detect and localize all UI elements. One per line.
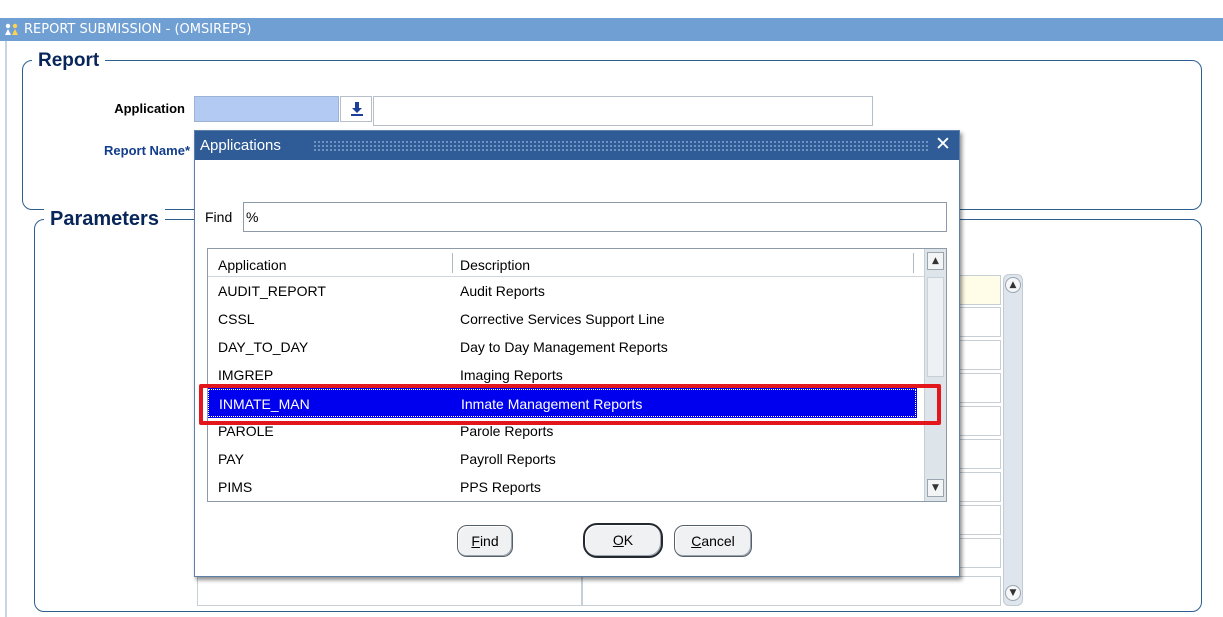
find-input[interactable] [243, 202, 947, 232]
application-dropdown-button[interactable] [340, 96, 372, 122]
find-button[interactable]: Find [457, 525, 513, 557]
title-bar-pattern [313, 140, 928, 152]
close-icon[interactable]: ✕ [933, 134, 953, 156]
list-item-description: Payroll Reports [460, 451, 556, 467]
list-item-description: Audit Reports [460, 283, 545, 299]
window-title: REPORT SUBMISSION - (OMSIREPS) [24, 22, 252, 37]
application-label: Application [114, 101, 185, 116]
list-item-application: PAY [218, 451, 244, 467]
column-separator[interactable] [452, 253, 453, 273]
report-name-label: Report Name* [104, 143, 190, 158]
list-item-application: PIMS [218, 479, 253, 495]
list-item-application: AUDIT_REPORT [218, 283, 326, 299]
list-item[interactable]: PAY Payroll Reports [208, 445, 916, 473]
scroll-down-icon[interactable]: ▼ [1005, 585, 1021, 601]
column-header-application[interactable]: Application [218, 257, 287, 273]
list-item[interactable]: PIMS PPS Reports [208, 473, 916, 501]
list-item-description: PPS Reports [460, 479, 541, 495]
application-field[interactable] [194, 96, 339, 122]
find-button-mnemonic: F [471, 533, 480, 549]
list-item-application: CSSL [218, 311, 255, 327]
list-header: Application Description [208, 249, 928, 277]
selection-highlight-annotation [199, 384, 941, 425]
list-item[interactable]: DAY_TO_DAY Day to Day Management Reports [208, 333, 916, 361]
window-left-edge [5, 41, 7, 617]
column-header-description[interactable]: Description [460, 257, 530, 273]
scroll-up-icon[interactable]: ▲ [927, 252, 944, 270]
column-separator[interactable] [913, 253, 914, 273]
dialog-title-bar: Applications ✕ [195, 131, 959, 160]
list-item-description: Corrective Services Support Line [460, 311, 665, 327]
ok-button-label: K [623, 532, 634, 548]
report-frame-title: Report [32, 50, 106, 72]
find-label: Find [205, 209, 233, 225]
list-item-application: DAY_TO_DAY [218, 339, 309, 355]
download-arrow-icon [351, 102, 363, 116]
scroll-up-icon[interactable]: ▲ [1005, 277, 1021, 293]
list-item[interactable]: AUDIT_REPORT Audit Reports [208, 277, 916, 305]
scroll-down-icon[interactable]: ▼ [927, 479, 944, 497]
ok-button[interactable]: OK [583, 523, 663, 558]
parameters-frame-title: Parameters [44, 208, 165, 231]
ok-button-mnemonic: O [612, 532, 624, 548]
scroll-thumb[interactable] [927, 277, 944, 377]
parameter-value-field[interactable] [582, 576, 1001, 606]
window-title-bar: REPORT SUBMISSION - (OMSIREPS) [0, 18, 1223, 41]
application-description-field [373, 96, 873, 126]
applications-dialog: Applications ✕ Find Application Descript… [194, 130, 960, 577]
cancel-button-mnemonic: C [691, 533, 702, 549]
list-scrollbar[interactable]: ▲ ▼ [924, 249, 946, 501]
dialog-title: Applications [200, 137, 281, 154]
parameter-name-field[interactable] [197, 576, 582, 606]
cancel-button[interactable]: Cancel [674, 525, 752, 557]
list-item[interactable]: CSSL Corrective Services Support Line [208, 305, 916, 333]
cancel-button-label: ancel [701, 533, 735, 549]
list-item-description: Day to Day Management Reports [460, 339, 668, 355]
app-icon [5, 23, 18, 35]
applications-list[interactable]: Application Description AUDIT_REPORT Aud… [207, 248, 947, 502]
parameters-scrollbar[interactable]: ▲ ▼ [1003, 274, 1023, 606]
find-button-label: ind [479, 533, 499, 549]
